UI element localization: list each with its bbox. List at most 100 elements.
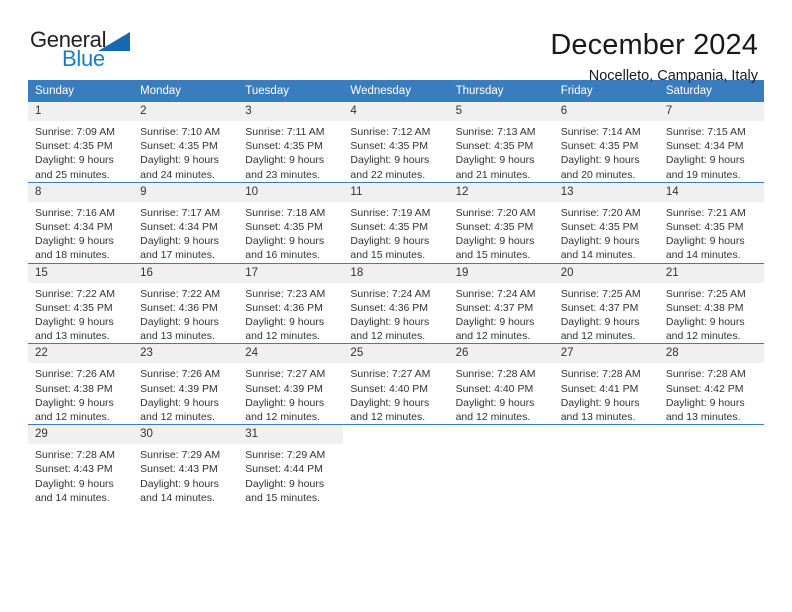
sunrise-text: Sunrise: 7:26 AM: [35, 368, 115, 381]
day-number: 31: [238, 425, 344, 445]
day-cell[interactable]: 7 Sunrise: 7:15 AM Sunset: 4:34 PM Dayli…: [658, 102, 764, 182]
day-cell[interactable]: 31 Sunrise: 7:29 AM Sunset: 4:44 PM Dayl…: [238, 424, 344, 506]
day-cell[interactable]: 1 Sunrise: 7:09 AM Sunset: 4:35 PM Dayli…: [28, 102, 134, 182]
day-cell[interactable]: 21 Sunrise: 7:25 AM Sunset: 4:38 PM Dayl…: [658, 262, 764, 344]
sunset-text: Sunset: 4:43 PM: [140, 463, 218, 476]
daylight-text-line1: Daylight: 9 hours: [245, 154, 325, 167]
day-cell[interactable]: 5 Sunrise: 7:13 AM Sunset: 4:35 PM Dayli…: [448, 102, 554, 182]
day-cell[interactable]: 26 Sunrise: 7:28 AM Sunset: 4:40 PM Dayl…: [448, 343, 554, 425]
day-cell[interactable]: 2 Sunrise: 7:10 AM Sunset: 4:35 PM Dayli…: [133, 102, 239, 182]
day-details: Sunrise: 7:25 AM Sunset: 4:37 PM Dayligh…: [554, 283, 659, 344]
day-details: Sunrise: 7:17 AM Sunset: 4:34 PM Dayligh…: [133, 202, 238, 263]
day-number: 24: [238, 344, 344, 364]
daylight-text-line2: and 12 minutes.: [455, 411, 531, 424]
day-cell[interactable]: 13 Sunrise: 7:20 AM Sunset: 4:35 PM Dayl…: [553, 181, 659, 264]
day-number: 5: [448, 102, 554, 121]
day-details: Sunrise: 7:16 AM Sunset: 4:34 PM Dayligh…: [28, 202, 133, 263]
sunset-text: Sunset: 4:37 PM: [560, 301, 639, 314]
daylight-text-line2: and 14 minutes.: [35, 491, 110, 504]
day-cell[interactable]: 19 Sunrise: 7:24 AM Sunset: 4:37 PM Dayl…: [448, 262, 554, 344]
day-cell[interactable]: 20 Sunrise: 7:25 AM Sunset: 4:37 PM Dayl…: [553, 262, 659, 344]
daylight-text-line1: Daylight: 9 hours: [140, 396, 219, 409]
day-cell[interactable]: 17 Sunrise: 7:23 AM Sunset: 4:36 PM Dayl…: [238, 262, 344, 344]
sunset-text: Sunset: 4:34 PM: [140, 221, 218, 234]
day-number: 13: [553, 182, 659, 202]
daylight-text-line1: Daylight: 9 hours: [455, 396, 535, 409]
day-cell[interactable]: 9 Sunrise: 7:17 AM Sunset: 4:34 PM Dayli…: [133, 181, 239, 264]
daylight-text-line2: and 16 minutes.: [245, 249, 320, 262]
day-cell[interactable]: 14 Sunrise: 7:21 AM Sunset: 4:35 PM Dayl…: [658, 181, 764, 264]
day-cell[interactable]: 6 Sunrise: 7:14 AM Sunset: 4:35 PM Dayli…: [553, 102, 659, 182]
day-cell[interactable]: 10 Sunrise: 7:18 AM Sunset: 4:35 PM Dayl…: [238, 181, 344, 264]
daylight-text-line2: and 17 minutes.: [140, 249, 215, 262]
daylight-text-line1: Daylight: 9 hours: [665, 316, 745, 329]
sunrise-text: Sunrise: 7:13 AM: [455, 126, 536, 138]
sunrise-text: Sunrise: 7:25 AM: [560, 287, 641, 300]
sunrise-text: Sunrise: 7:22 AM: [140, 287, 221, 300]
day-cell[interactable]: 29 Sunrise: 7:28 AM Sunset: 4:43 PM Dayl…: [28, 424, 134, 506]
daylight-text-line1: Daylight: 9 hours: [35, 154, 114, 167]
day-cell[interactable]: 28 Sunrise: 7:28 AM Sunset: 4:42 PM Dayl…: [658, 343, 764, 425]
day-cell[interactable]: 16 Sunrise: 7:22 AM Sunset: 4:36 PM Dayl…: [133, 262, 239, 344]
day-details: Sunrise: 7:22 AM Sunset: 4:36 PM Dayligh…: [133, 283, 238, 344]
sunrise-text: Sunrise: 7:29 AM: [140, 449, 221, 462]
daylight-text-line1: Daylight: 9 hours: [140, 316, 219, 329]
daylight-text-line1: Daylight: 9 hours: [350, 154, 430, 167]
daylight-text-line2: and 18 minutes.: [35, 249, 110, 262]
day-cell[interactable]: 24 Sunrise: 7:27 AM Sunset: 4:39 PM Dayl…: [238, 343, 344, 425]
weekday-header-monday: Monday: [133, 80, 239, 102]
sunset-text: Sunset: 4:42 PM: [665, 382, 744, 395]
day-details: Sunrise: 7:24 AM Sunset: 4:37 PM Dayligh…: [449, 283, 554, 344]
sunrise-text: Sunrise: 7:20 AM: [560, 206, 641, 219]
day-cell[interactable]: 30 Sunrise: 7:29 AM Sunset: 4:43 PM Dayl…: [133, 424, 239, 506]
day-cell[interactable]: 4 Sunrise: 7:12 AM Sunset: 4:35 PM Dayli…: [343, 102, 449, 182]
daylight-text-line1: Daylight: 9 hours: [35, 316, 114, 329]
sunset-text: Sunset: 4:35 PM: [245, 221, 323, 234]
weekday-header-sunday: Sunday: [28, 80, 134, 102]
general-blue-logo[interactable]: General Blue: [30, 28, 142, 74]
daylight-text-line2: and 13 minutes.: [35, 330, 110, 343]
page-header: General Blue December 2024 Nocelleto, Ca…: [0, 0, 792, 85]
day-number: 22: [28, 344, 134, 364]
day-details: Sunrise: 7:24 AM Sunset: 4:36 PM Dayligh…: [343, 283, 448, 344]
day-cell[interactable]: 18 Sunrise: 7:24 AM Sunset: 4:36 PM Dayl…: [343, 262, 449, 344]
day-cell[interactable]: 11 Sunrise: 7:19 AM Sunset: 4:35 PM Dayl…: [343, 181, 449, 264]
day-details: Sunrise: 7:27 AM Sunset: 4:40 PM Dayligh…: [343, 363, 448, 424]
weekday-header-tuesday: Tuesday: [238, 80, 344, 102]
sunrise-text: Sunrise: 7:25 AM: [665, 287, 746, 300]
day-number: 1: [28, 102, 134, 121]
day-cell[interactable]: 8 Sunrise: 7:16 AM Sunset: 4:34 PM Dayli…: [28, 181, 134, 264]
daylight-text-line1: Daylight: 9 hours: [140, 154, 219, 167]
daylight-text-line2: and 20 minutes.: [560, 168, 636, 181]
daylight-text-line1: Daylight: 9 hours: [140, 477, 219, 490]
daylight-text-line1: Daylight: 9 hours: [560, 154, 640, 167]
day-cell[interactable]: 12 Sunrise: 7:20 AM Sunset: 4:35 PM Dayl…: [448, 181, 554, 264]
day-number: 23: [133, 344, 239, 364]
title-block: December 2024 Nocelleto, Campania, Italy: [550, 28, 758, 87]
sunset-text: Sunset: 4:36 PM: [140, 301, 218, 314]
sunrise-text: Sunrise: 7:24 AM: [455, 287, 536, 300]
day-cell-empty: [343, 424, 449, 506]
daylight-text-line2: and 15 minutes.: [455, 249, 531, 262]
day-cell[interactable]: 3 Sunrise: 7:11 AM Sunset: 4:35 PM Dayli…: [238, 102, 344, 182]
daylight-text-line2: and 15 minutes.: [350, 249, 426, 262]
daylight-text-line2: and 19 minutes.: [665, 168, 741, 181]
day-number: 19: [448, 263, 554, 283]
day-details: Sunrise: 7:11 AM Sunset: 4:35 PM Dayligh…: [238, 121, 343, 182]
day-cell[interactable]: 15 Sunrise: 7:22 AM Sunset: 4:35 PM Dayl…: [28, 262, 134, 344]
daylight-text-line1: Daylight: 9 hours: [350, 396, 430, 409]
weekday-header-wednesday: Wednesday: [343, 80, 449, 102]
day-number: 25: [343, 344, 449, 364]
daylight-text-line2: and 21 minutes.: [455, 168, 531, 181]
daylight-text-line2: and 12 minutes.: [560, 330, 636, 343]
day-details: Sunrise: 7:20 AM Sunset: 4:35 PM Dayligh…: [449, 202, 554, 263]
day-number: 17: [238, 263, 344, 283]
logo-text-blue: Blue: [62, 46, 105, 71]
day-number: 28: [658, 344, 764, 364]
day-cell[interactable]: 23 Sunrise: 7:26 AM Sunset: 4:39 PM Dayl…: [133, 343, 239, 425]
day-cell[interactable]: 27 Sunrise: 7:28 AM Sunset: 4:41 PM Dayl…: [553, 343, 659, 425]
day-cell[interactable]: 25 Sunrise: 7:27 AM Sunset: 4:40 PM Dayl…: [343, 343, 449, 425]
day-cell[interactable]: 22 Sunrise: 7:26 AM Sunset: 4:38 PM Dayl…: [28, 343, 134, 425]
sunrise-text: Sunrise: 7:21 AM: [665, 206, 746, 219]
day-details: Sunrise: 7:10 AM Sunset: 4:35 PM Dayligh…: [133, 121, 238, 182]
